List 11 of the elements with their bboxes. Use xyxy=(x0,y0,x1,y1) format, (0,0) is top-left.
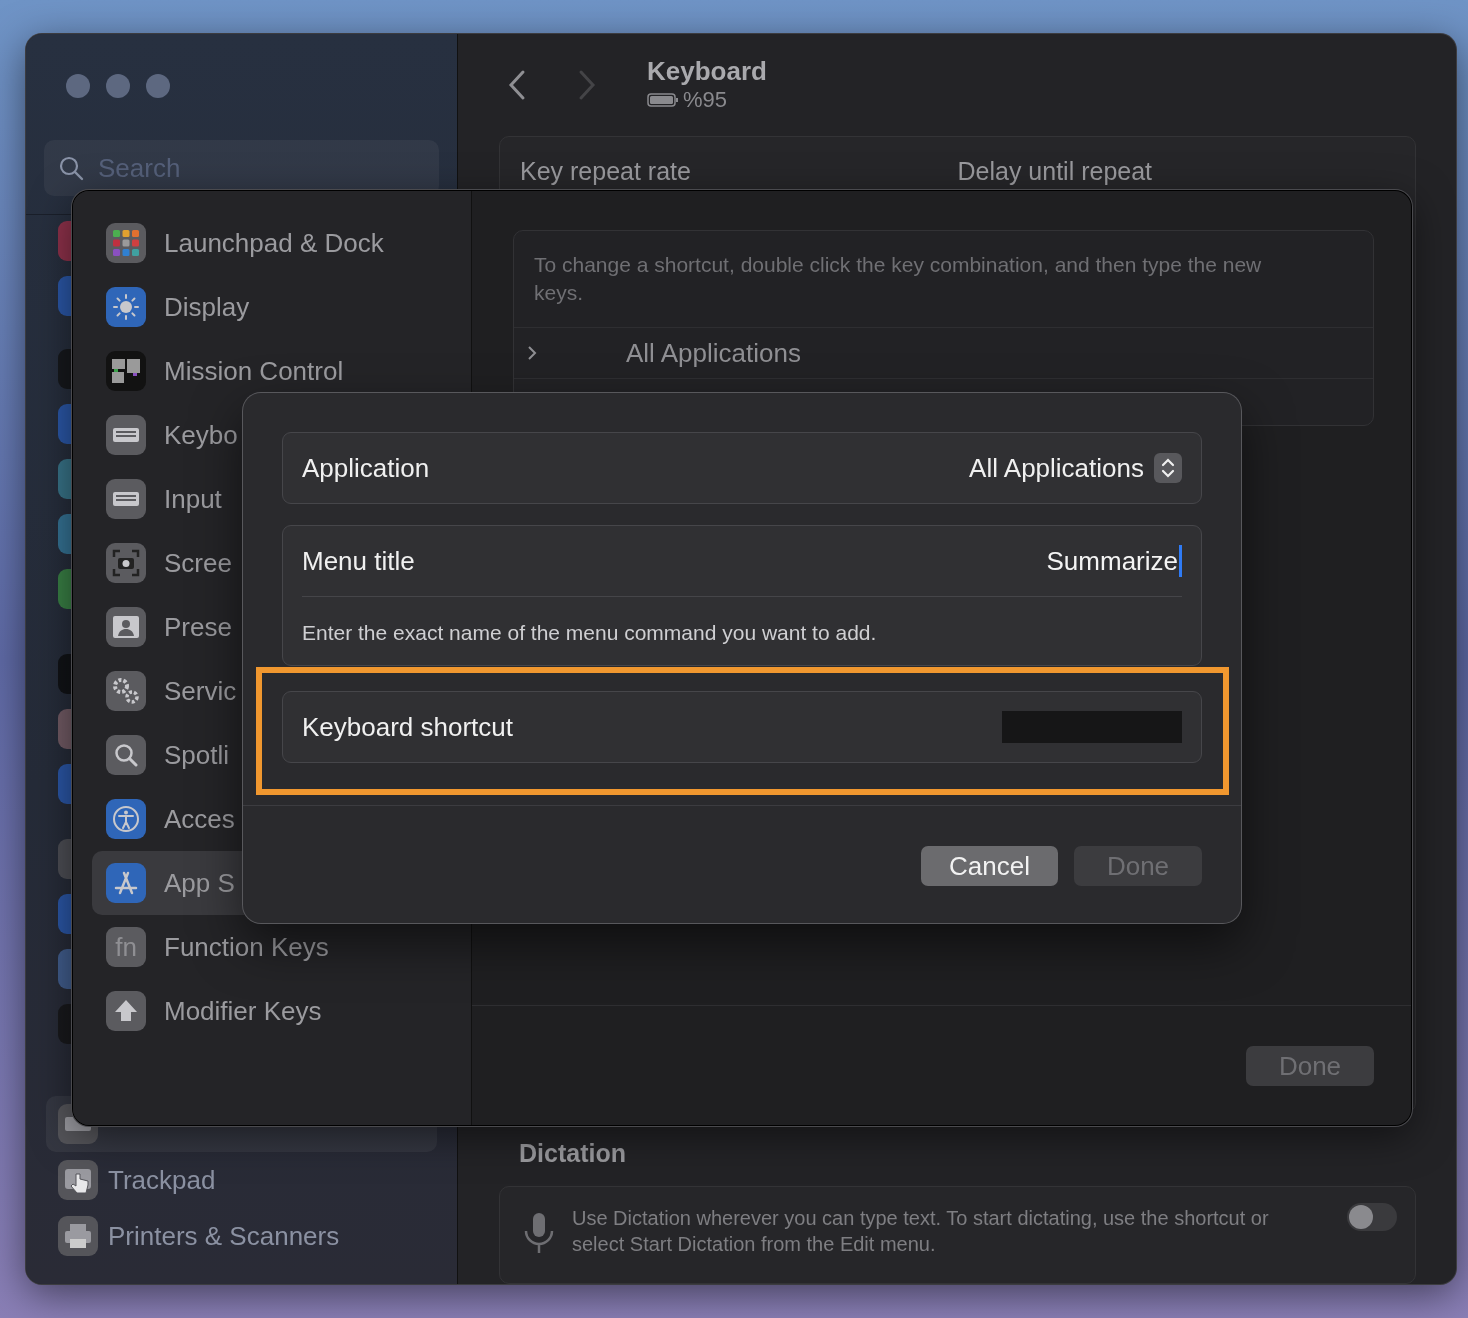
field-label: Keyboard shortcut xyxy=(302,711,513,743)
battery-level: %95 xyxy=(683,87,728,114)
page-title: Keyboard xyxy=(647,56,767,88)
setting-label: Delay until repeat xyxy=(957,156,1154,186)
field-label: Application xyxy=(302,452,430,484)
setting-label: Key repeat rate xyxy=(520,156,692,186)
section-title: Dictation xyxy=(519,1138,627,1168)
field-label: Menu title xyxy=(302,545,415,577)
hint-text: To change a shortcut, double click the key combination, and then type the new keys. xyxy=(514,231,1373,328)
hint-text: Enter the exact name of the menu command you want to add. xyxy=(301,620,878,646)
dictation-description: Use Dictation wherever you can type text. To start dictating, use the shortcut or select Start Dictation from the Edit menu. xyxy=(572,1205,1270,1257)
